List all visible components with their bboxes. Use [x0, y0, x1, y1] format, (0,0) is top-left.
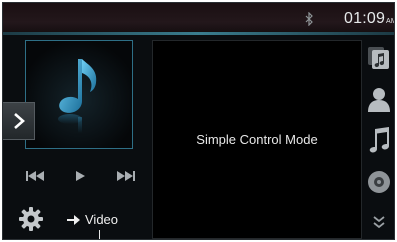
main-panel[interactable]: Simple Control Mode	[152, 40, 362, 239]
clock: 01:09AM	[344, 10, 394, 28]
person-icon	[368, 88, 390, 112]
chevron-right-icon	[14, 113, 25, 129]
play-button[interactable]	[74, 170, 86, 182]
skip-forward-icon	[117, 171, 135, 181]
music-note-icon	[369, 127, 389, 153]
audio-screen: 01:09AM	[2, 2, 395, 240]
more-button[interactable]	[372, 215, 386, 229]
disc-icon	[368, 171, 390, 193]
cursor-mark	[99, 230, 100, 239]
skip-back-icon	[26, 171, 44, 181]
previous-track-button[interactable]	[25, 170, 45, 182]
clock-time: 01:09	[344, 10, 386, 27]
clock-ampm: AM	[386, 18, 394, 25]
playlist-icon	[368, 47, 389, 69]
bluetooth-icon	[305, 12, 313, 26]
album-art	[25, 40, 133, 149]
arrow-right-icon	[67, 214, 80, 225]
artist-button[interactable]	[367, 86, 391, 112]
playlist-button[interactable]	[367, 45, 391, 71]
settings-button[interactable]	[19, 207, 43, 231]
gear-icon	[19, 207, 43, 231]
songs-button[interactable]	[367, 127, 391, 153]
source-switch-video[interactable]: Video	[67, 212, 118, 227]
mode-message: Simple Control Mode	[196, 132, 318, 147]
disc-button[interactable]	[367, 170, 391, 194]
double-chevron-down-icon	[373, 216, 385, 229]
next-track-button[interactable]	[116, 170, 136, 182]
music-note-icon	[58, 59, 97, 133]
source-switch-label: Video	[85, 212, 119, 227]
expand-panel-button[interactable]	[3, 102, 35, 140]
play-icon	[76, 171, 85, 181]
status-bar: 01:09AM	[3, 3, 394, 35]
